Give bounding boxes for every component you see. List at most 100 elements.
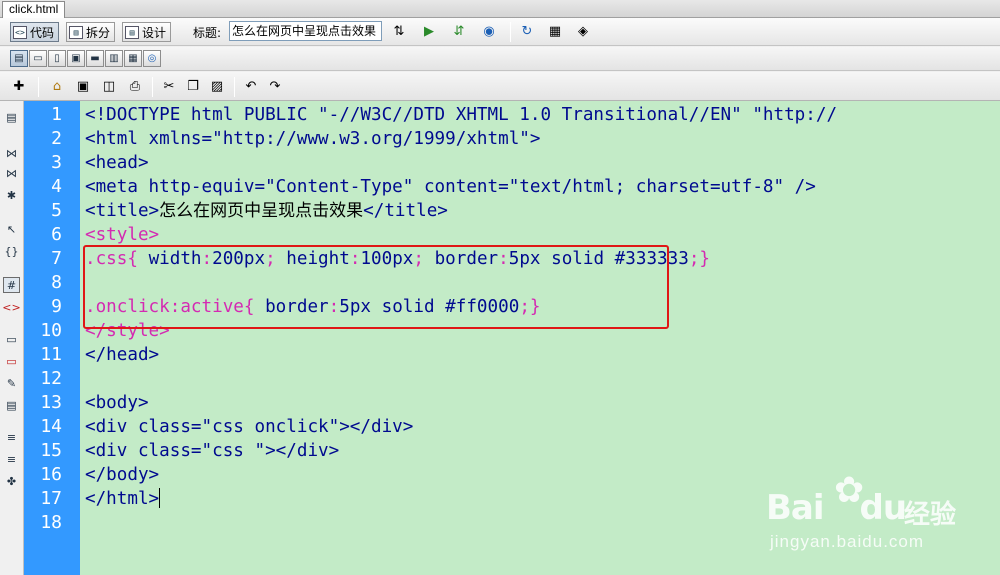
new-document-icon[interactable]: ✚ xyxy=(10,78,28,95)
line-numbers-icon[interactable]: # xyxy=(3,277,20,293)
copy-icon[interactable]: ❐ xyxy=(184,78,202,95)
cut-icon[interactable]: ✂ xyxy=(160,78,178,95)
select-parent-tag-icon[interactable]: ↖ xyxy=(3,221,20,237)
layout-view-2-icon[interactable]: ▭ xyxy=(29,50,47,67)
wrap-tag-icon[interactable]: ✎ xyxy=(3,375,20,391)
code-editor[interactable]: <!DOCTYPE html PUBLIC "-//W3C//DTD XHTML… xyxy=(80,101,1000,575)
code-line: <div class="css "></div> xyxy=(85,441,340,461)
line-number: 17 xyxy=(40,488,62,509)
line-number: 15 xyxy=(40,440,62,461)
balance-braces-icon[interactable]: {} xyxy=(3,243,20,259)
remove-comment-icon[interactable]: ▭ xyxy=(3,353,20,369)
line-number: 5 xyxy=(51,200,62,221)
line-number-gutter: 1 2 3 4 5 6 7 8 9 10 11 12 13 14 15 16 1… xyxy=(24,101,80,575)
standard-toolbar: ✚ ⌂ ▣ ◫ ⎙ ✂ ❐ ▨ ↶ ↷ xyxy=(0,72,1000,101)
line-number: 2 xyxy=(51,128,62,149)
code-view-icon: <> xyxy=(13,25,27,39)
visual-aids-icon[interactable]: ◈ xyxy=(574,23,592,40)
design-view-icon: ▤ xyxy=(125,25,139,39)
document-tab[interactable]: click.html xyxy=(2,1,66,18)
code-line: <!DOCTYPE html PUBLIC "-//W3C//DTD XHTML… xyxy=(85,105,838,125)
recent-snippets-icon[interactable]: ▤ xyxy=(3,397,20,413)
view-options-icon[interactable]: ▦ xyxy=(546,23,564,40)
code-line: <meta http-equiv="Content-Type" content=… xyxy=(85,177,816,197)
indent-code-icon[interactable]: ≡ xyxy=(3,429,20,445)
line-number: 7 xyxy=(51,248,62,269)
apply-comment-icon[interactable]: ▭ xyxy=(3,331,20,347)
line-number: 1 xyxy=(51,104,62,125)
open-folder-icon[interactable]: ⌂ xyxy=(48,78,66,95)
line-number: 18 xyxy=(40,512,62,533)
document-tab-bar: click.html xyxy=(0,0,1000,18)
refresh-icon[interactable]: ↻ xyxy=(518,23,536,40)
code-line: <body> xyxy=(85,393,149,413)
code-line: <head> xyxy=(85,153,149,173)
document-toolbar: <> 代码 ▥ 拆分 ▤ 设计 标题: 怎么在网页中呈现点击效果 ⇅ ▶ ⇵ ◉… xyxy=(0,18,1000,46)
split-view-button[interactable]: ▥ 拆分 xyxy=(66,22,116,42)
split-view-label: 拆分 xyxy=(86,25,111,40)
coding-toolbar: ▤ ⋈ ⋈ ✱ ↖ {} # <> ▭ ▭ ✎ ▤ ≡ ≡ ✤ xyxy=(0,101,24,575)
collapse-selection-icon[interactable]: ⋈ xyxy=(3,165,20,181)
code-view-button[interactable]: <> 代码 xyxy=(10,22,60,42)
outdent-code-icon[interactable]: ≡ xyxy=(3,451,20,467)
line-number: 11 xyxy=(40,344,62,365)
code-line: <div class="css onclick"></div> xyxy=(85,417,414,437)
split-view-icon: ▥ xyxy=(69,25,83,39)
title-input[interactable]: 怎么在网页中呈现点击效果 xyxy=(229,21,382,41)
layout-view-1-icon[interactable]: ▤ xyxy=(10,50,28,67)
open-documents-icon[interactable]: ▤ xyxy=(3,109,20,125)
browser-globe-icon[interactable]: ◉ xyxy=(480,23,498,40)
line-number: 13 xyxy=(40,392,62,413)
line-number: 14 xyxy=(40,416,62,437)
line-number: 16 xyxy=(40,464,62,485)
format-source-code-icon[interactable]: ✤ xyxy=(3,473,20,489)
toolbar-separator xyxy=(510,22,511,42)
code-token: <title> xyxy=(85,201,160,221)
file-management-icon[interactable]: ⇅ xyxy=(390,23,408,40)
line-number: 9 xyxy=(51,296,62,317)
line-number: 6 xyxy=(51,224,62,245)
paste-icon[interactable]: ▨ xyxy=(208,78,226,95)
code-line: </head> xyxy=(85,345,160,365)
layout-view-7-icon[interactable]: ▦ xyxy=(124,50,142,67)
line-number: 8 xyxy=(51,272,62,293)
preview-icon[interactable]: ▶ xyxy=(420,23,438,40)
print-icon[interactable]: ⎙ xyxy=(126,78,144,95)
code-line: </html> xyxy=(85,487,161,511)
code-token: </title> xyxy=(363,201,448,221)
text-caret xyxy=(159,488,161,508)
highlight-invalid-code-icon[interactable]: <> xyxy=(2,299,20,315)
title-label: 标题: xyxy=(193,26,222,40)
toolbar-separator xyxy=(152,77,153,97)
code-view-label: 代码 xyxy=(30,25,55,40)
code-line: <style> xyxy=(85,225,160,245)
line-number: 12 xyxy=(40,368,62,389)
layout-view-8-icon[interactable]: ◎ xyxy=(143,50,161,67)
layout-view-4-icon[interactable]: ▣ xyxy=(67,50,85,67)
code-line: </body> xyxy=(85,465,160,485)
layout-view-6-icon[interactable]: ▥ xyxy=(105,50,123,67)
line-number: 3 xyxy=(51,152,62,173)
code-line: <title>怎么在网页中呈现点击效果</title> xyxy=(85,199,448,223)
layout-view-5-icon[interactable]: ▬ xyxy=(86,50,104,67)
code-token: </html> xyxy=(85,489,160,509)
highlight-annotation-box xyxy=(83,245,669,329)
layout-view-3-icon[interactable]: ▯ xyxy=(48,50,66,67)
design-view-label: 设计 xyxy=(142,25,167,40)
collapse-full-tag-icon[interactable]: ⋈ xyxy=(3,145,20,161)
toolbar-separator xyxy=(38,77,39,97)
undo-icon[interactable]: ↶ xyxy=(242,78,260,95)
line-number: 10 xyxy=(40,320,62,341)
save-all-icon[interactable]: ◫ xyxy=(100,78,118,95)
code-token: ;} xyxy=(688,249,711,269)
view-toolbar: ▤ ▭ ▯ ▣ ▬ ▥ ▦ ◎ xyxy=(0,47,1000,71)
code-token: 怎么在网页中呈现点击效果 xyxy=(159,201,364,221)
upload-download-icon[interactable]: ⇵ xyxy=(450,23,468,40)
redo-icon[interactable]: ↷ xyxy=(266,78,284,95)
expand-all-icon[interactable]: ✱ xyxy=(3,187,20,203)
save-icon[interactable]: ▣ xyxy=(74,78,92,95)
code-line: <html xmlns="http://www.w3.org/1999/xhtm… xyxy=(85,129,541,149)
toolbar-separator xyxy=(234,77,235,97)
design-view-button[interactable]: ▤ 设计 xyxy=(122,22,172,42)
line-number: 4 xyxy=(51,176,62,197)
